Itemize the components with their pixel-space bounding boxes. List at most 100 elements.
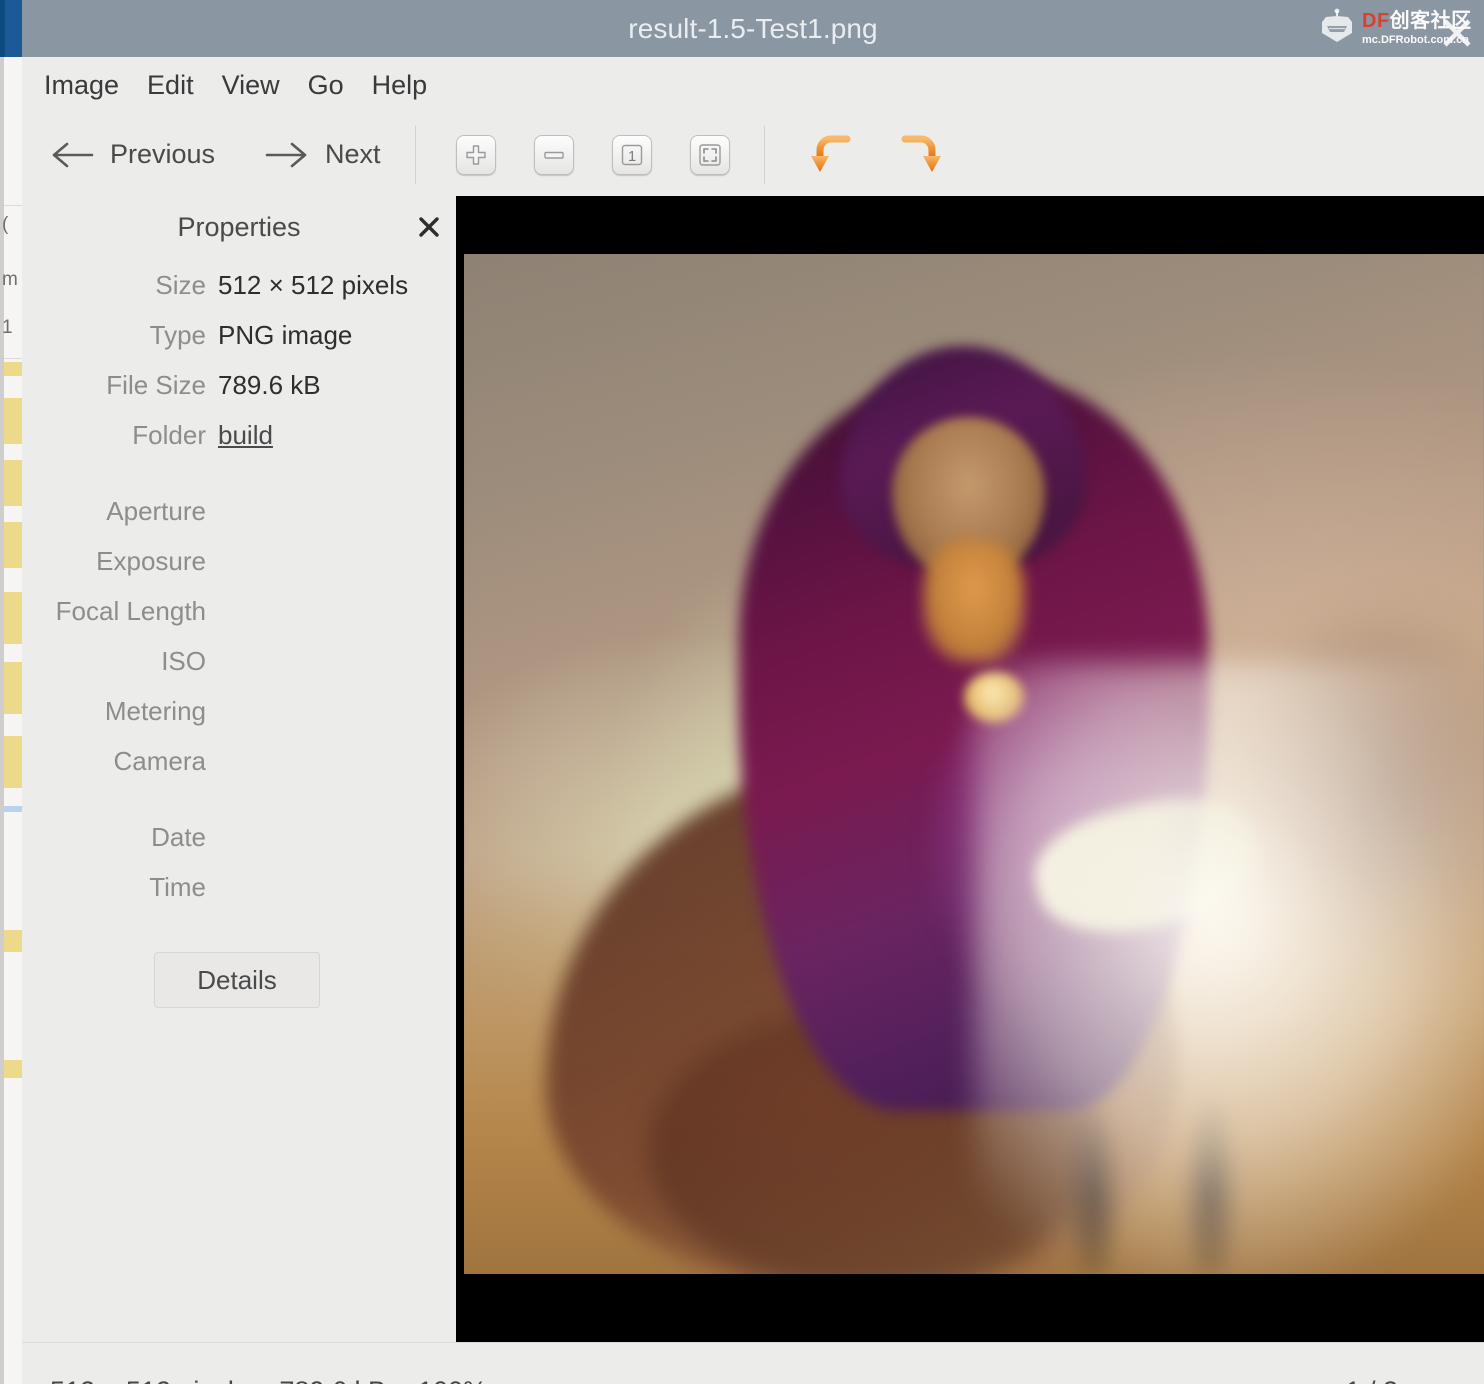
property-row-size: Size 512 × 512 pixels: [22, 270, 456, 320]
property-label: Aperture: [106, 496, 206, 526]
property-row-date: Date: [22, 822, 456, 872]
toolbar: Previous Next 1: [22, 113, 1484, 196]
property-row-metering: Metering: [22, 696, 456, 746]
property-label: Camera: [113, 746, 206, 776]
background-window-titlebar: [0, 0, 22, 57]
property-row-time: Time: [22, 872, 456, 922]
properties-exif-list: Aperture Exposure Focal Length ISO Meter…: [22, 496, 456, 796]
properties-basic-list: Size 512 × 512 pixels Type PNG image Fil…: [22, 270, 456, 470]
artwork-robed-figure-on-horse: [464, 254, 1484, 1274]
property-value: PNG image: [218, 320, 353, 350]
close-x-icon: [419, 217, 439, 237]
background-highlight-row: [4, 736, 22, 788]
background-selection-row: [4, 806, 22, 812]
close-x-icon: [1443, 19, 1471, 47]
background-row-divider: [4, 205, 22, 206]
properties-close-button[interactable]: [414, 212, 444, 242]
background-highlight-row: [4, 592, 22, 644]
details-button[interactable]: Details: [154, 952, 320, 1008]
image-viewport[interactable]: [456, 196, 1484, 1342]
details-button-wrap: Details: [22, 952, 456, 1008]
background-text-fragment: m: [2, 270, 18, 290]
normal-size-button[interactable]: 1: [611, 134, 652, 175]
background-highlight-row: [4, 522, 22, 568]
property-label: Size: [155, 270, 206, 300]
property-label: Focal Length: [55, 596, 206, 626]
property-row-camera: Camera: [22, 746, 456, 796]
zoom-button-group: 1: [438, 134, 730, 175]
toolbar-separator-1: [414, 125, 416, 184]
previous-label: Previous: [110, 139, 216, 169]
main-window: result-1.5-Test1.png DF创客社区 mc.DFRobot.c…: [22, 0, 1484, 1384]
content-area: Properties Size 512 × 512 pixels Type PN…: [22, 196, 1484, 1342]
menu-go[interactable]: Go: [294, 66, 358, 105]
rotate-counterclockwise-button[interactable]: [809, 132, 855, 178]
property-label: Time: [149, 872, 206, 902]
properties-title: Properties: [177, 211, 301, 242]
background-highlight-row: [4, 398, 22, 444]
zoom-out-button[interactable]: [533, 134, 574, 175]
background-highlight-row: [4, 930, 22, 952]
background-text-fragment: (: [2, 215, 9, 235]
background-text-fragment: 1: [2, 318, 13, 338]
normal-size-glyph: 1: [627, 148, 635, 165]
displayed-image: [464, 254, 1484, 1274]
property-value: 789.6 kB: [218, 370, 321, 400]
properties-date-list: Date Time: [22, 822, 456, 922]
next-label: Next: [325, 139, 381, 169]
menu-image[interactable]: Image: [30, 66, 133, 105]
property-row-focal-length: Focal Length: [22, 596, 456, 646]
properties-spacer-1: [22, 470, 456, 496]
rotate-button-group: [787, 132, 943, 178]
folder-link[interactable]: build: [218, 420, 273, 451]
status-dimensions: 512 × 512 pixels: [50, 1376, 247, 1384]
titlebar[interactable]: result-1.5-Test1.png DF创客社区 mc.DFRobot.c…: [22, 0, 1484, 57]
property-label: Metering: [104, 696, 206, 726]
background-window-body: [0, 57, 22, 1384]
status-page-counter: 1 / 3: [1345, 1376, 1456, 1384]
dfrobot-watermark: DF创客社区 mc.DFRobot.com.cn: [1314, 2, 1476, 54]
best-fit-button[interactable]: [689, 134, 730, 175]
watermark-brand-df: DF: [1362, 9, 1390, 32]
rotate-counterclockwise-icon: [810, 135, 851, 172]
statusbar: 512 × 512 pixels 789.6 kB 100% 1 / 3: [22, 1342, 1484, 1384]
artwork-grain: [464, 254, 1484, 1274]
property-row-exposure: Exposure: [22, 546, 456, 596]
properties-sidebar: Properties Size 512 × 512 pixels Type PN…: [22, 196, 456, 1342]
property-row-file-size: File Size 789.6 kB: [22, 370, 456, 420]
background-window-sliver[interactable]: ( m 1: [0, 0, 22, 1384]
status-left-group: 512 × 512 pixels 789.6 kB 100%: [50, 1376, 487, 1384]
next-button[interactable]: Next: [253, 133, 393, 176]
background-highlight-row: [4, 362, 22, 376]
normal-size-icon: 1: [621, 144, 642, 165]
background-highlight-row: [4, 1060, 22, 1078]
property-label: Type: [149, 320, 206, 350]
background-highlight-row: [4, 662, 22, 714]
menu-view[interactable]: View: [208, 66, 294, 105]
arrow-left-icon: [52, 142, 94, 167]
rotate-clockwise-button[interactable]: [897, 132, 943, 178]
menu-edit[interactable]: Edit: [133, 66, 208, 105]
property-row-folder: Folder build: [22, 420, 456, 470]
rotate-clockwise-icon: [901, 135, 941, 172]
property-label: File Size: [106, 370, 206, 400]
zoom-in-icon: [465, 144, 486, 165]
property-row-aperture: Aperture: [22, 496, 456, 546]
arrow-right-icon: [265, 142, 307, 167]
property-label: Folder: [132, 420, 206, 450]
previous-button[interactable]: Previous: [38, 133, 227, 176]
properties-spacer-2: [22, 796, 456, 822]
property-row-iso: ISO: [22, 646, 456, 696]
background-row-divider: [4, 358, 22, 359]
properties-header: Properties: [22, 196, 456, 258]
property-label: Exposure: [96, 546, 206, 576]
property-label: ISO: [161, 646, 206, 676]
menu-help[interactable]: Help: [358, 66, 442, 105]
property-value: 512 × 512 pixels: [218, 270, 409, 300]
best-fit-icon: [698, 143, 721, 166]
menubar: Image Edit View Go Help: [22, 57, 1484, 113]
background-highlight-row: [4, 460, 22, 506]
zoom-out-icon: [543, 151, 564, 159]
robot-head-icon: [1322, 8, 1352, 42]
zoom-in-button[interactable]: [455, 134, 496, 175]
